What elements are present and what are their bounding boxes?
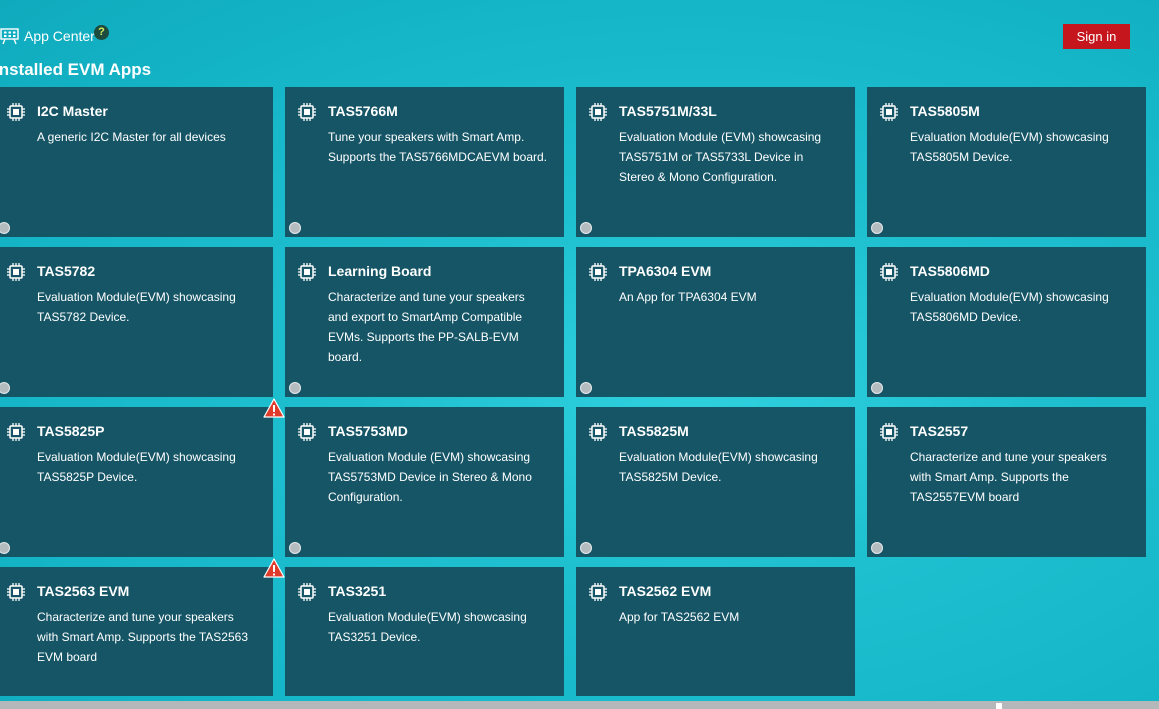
app-tile[interactable]: TAS2562 EVM App for TAS2562 EVM bbox=[576, 567, 855, 696]
app-tile[interactable]: TAS5766M Tune your speakers with Smart Am… bbox=[285, 87, 564, 237]
chip-icon bbox=[297, 262, 317, 282]
app-center-label: App Center bbox=[24, 28, 95, 44]
app-tile[interactable]: Learning Board Characterize and tune your… bbox=[285, 247, 564, 397]
app-tile[interactable]: TAS5825P Evaluation Module(EVM) showcasin… bbox=[0, 407, 273, 557]
chip-icon bbox=[297, 582, 317, 602]
tile-select-radio[interactable] bbox=[289, 222, 301, 234]
app-grid-icon bbox=[0, 28, 19, 45]
tile-select-radio[interactable] bbox=[289, 542, 301, 554]
app-tile[interactable]: TPA6304 EVM An App for TPA6304 EVM bbox=[576, 247, 855, 397]
app-tile-description: Evaluation Module (EVM) showcasing TAS57… bbox=[328, 450, 532, 504]
tile-select-radio[interactable] bbox=[580, 222, 592, 234]
chip-icon bbox=[588, 422, 608, 442]
app-tile[interactable]: TAS5805M Evaluation Module(EVM) showcasin… bbox=[867, 87, 1146, 237]
app-tile-description: Evaluation Module (EVM) showcasing TAS57… bbox=[619, 130, 822, 184]
app-tile-title: I2C Master bbox=[37, 103, 108, 119]
app-tile-title: TAS3251 bbox=[328, 583, 387, 599]
chip-icon bbox=[879, 102, 899, 122]
tile-select-radio[interactable] bbox=[0, 222, 10, 234]
app-tile-description: Evaluation Module(EVM) showcasing TAS582… bbox=[619, 450, 818, 484]
chip-icon bbox=[6, 102, 26, 122]
chip-icon bbox=[588, 582, 608, 602]
tile-select-radio[interactable] bbox=[871, 382, 883, 394]
tile-select-radio[interactable] bbox=[580, 542, 592, 554]
tile-select-radio[interactable] bbox=[0, 542, 10, 554]
app-tile[interactable]: TAS2563 EVM Characterize and tune your sp… bbox=[0, 567, 273, 696]
tile-select-radio[interactable] bbox=[871, 542, 883, 554]
app-tile-title: TAS5825M bbox=[619, 423, 689, 439]
app-tile-title: TAS2562 EVM bbox=[619, 583, 712, 599]
app-tile[interactable]: I2C Master A generic I2C Master for all d… bbox=[0, 87, 273, 237]
chip-icon bbox=[879, 262, 899, 282]
chip-icon bbox=[297, 422, 317, 442]
scrollbar-marker bbox=[996, 703, 1002, 709]
help-icon[interactable]: ? bbox=[94, 25, 109, 40]
app-tile-description: Evaluation Module(EVM) showcasing TAS580… bbox=[910, 130, 1109, 164]
chip-icon bbox=[6, 422, 26, 442]
sign-in-button[interactable]: Sign in bbox=[1063, 24, 1130, 49]
app-tile-description: Evaluation Module(EVM) showcasing TAS580… bbox=[910, 290, 1109, 324]
header: App Center ? Sign in bbox=[0, 0, 1159, 60]
section-title: Installed EVM Apps bbox=[0, 60, 152, 79]
chip-icon bbox=[879, 422, 899, 442]
warning-icon[interactable] bbox=[263, 558, 285, 578]
tile-select-radio[interactable] bbox=[580, 382, 592, 394]
app-tile-description: Evaluation Module(EVM) showcasing TAS325… bbox=[328, 610, 527, 644]
app-tile-description: Characterize and tune your speakers with… bbox=[37, 610, 248, 664]
app-tile[interactable]: TAS3251 Evaluation Module(EVM) showcasing… bbox=[285, 567, 564, 696]
app-tile-title: TAS5806MD bbox=[910, 263, 990, 279]
chip-icon bbox=[588, 102, 608, 122]
chip-icon bbox=[6, 582, 26, 602]
tile-select-radio[interactable] bbox=[289, 382, 301, 394]
app-tile[interactable]: TAS5782 Evaluation Module(EVM) showcasing… bbox=[0, 247, 273, 397]
app-tile[interactable]: TAS2557 Characterize and tune your speake… bbox=[867, 407, 1146, 557]
app-tile[interactable]: TAS5825M Evaluation Module(EVM) showcasin… bbox=[576, 407, 855, 557]
app-tile[interactable]: TAS5753MD Evaluation Module (EVM) showcas… bbox=[285, 407, 564, 557]
app-tile-title: TAS5751M/33L bbox=[619, 103, 717, 119]
app-tile-title: TPA6304 EVM bbox=[619, 263, 712, 279]
bottom-scrollbar[interactable] bbox=[0, 701, 1159, 709]
app-tile-title: TAS2563 EVM bbox=[37, 583, 130, 599]
chip-icon bbox=[588, 262, 608, 282]
app-tile-title: Learning Board bbox=[328, 263, 432, 279]
app-tile-description: App for TAS2562 EVM bbox=[619, 610, 740, 624]
app-tile[interactable]: TAS5806MD Evaluation Module(EVM) showcasi… bbox=[867, 247, 1146, 397]
tile-select-radio[interactable] bbox=[0, 382, 10, 394]
tile-select-radio[interactable] bbox=[871, 222, 883, 234]
app-tile-description: An App for TPA6304 EVM bbox=[619, 290, 757, 304]
warning-icon[interactable] bbox=[263, 398, 285, 418]
app-tile-description: Characterize and tune your speakers and … bbox=[328, 290, 525, 364]
app-tile-title: TAS2557 bbox=[910, 423, 969, 439]
app-tile-title: TAS5753MD bbox=[328, 423, 408, 439]
app-center-link[interactable]: App Center bbox=[0, 26, 95, 46]
app-tile[interactable]: TAS5751M/33L Evaluation Module (EVM) show… bbox=[576, 87, 855, 237]
chip-icon bbox=[6, 262, 26, 282]
app-tile-description: Tune your speakers with Smart Amp. Suppo… bbox=[328, 130, 547, 164]
app-tile-description: Evaluation Module(EVM) showcasing TAS582… bbox=[37, 450, 236, 484]
chip-icon bbox=[297, 102, 317, 122]
app-tile-title: TAS5782 bbox=[37, 263, 96, 279]
app-tile-title: TAS5825P bbox=[37, 423, 105, 439]
app-tile-title: TAS5805M bbox=[910, 103, 980, 119]
app-tile-description: A generic I2C Master for all devices bbox=[37, 130, 226, 144]
app-tile-description: Characterize and tune your speakers with… bbox=[910, 450, 1107, 504]
app-tile-title: TAS5766M bbox=[328, 103, 398, 119]
app-tile-description: Evaluation Module(EVM) showcasing TAS578… bbox=[37, 290, 236, 324]
